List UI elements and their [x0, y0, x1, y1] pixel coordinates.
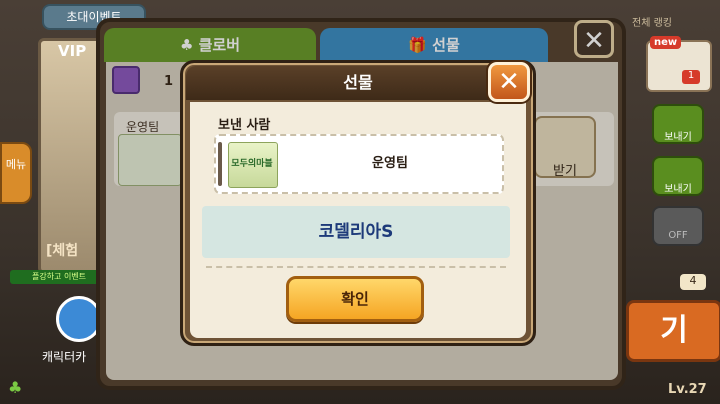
sender-name: 운영팀 — [372, 156, 408, 171]
character-label: 캐릭터카 — [42, 350, 87, 364]
modal-title: 선물 — [343, 73, 373, 92]
event-banner[interactable]: 플강하고 이벤트 — [10, 270, 108, 284]
trial-label: [체험 — [46, 243, 79, 259]
sender-heading: 보낸 사람 — [218, 118, 271, 133]
send-button-1[interactable]: 보내기 — [652, 104, 704, 144]
ranking-tab[interactable]: 전체 랭킹 — [632, 14, 672, 29]
key-count: 4 — [680, 274, 706, 290]
send-button-2[interactable]: 보내기 — [652, 156, 704, 196]
mail-count-badge: 1 — [682, 70, 700, 84]
level-label: Lv.27 — [668, 382, 707, 397]
sender-logo-text: 모두의마블 — [231, 159, 273, 169]
menu-tab[interactable]: 메뉴 — [0, 142, 32, 204]
sender-card-bar — [218, 142, 222, 186]
off-button[interactable]: OFF — [652, 206, 704, 246]
close-icon[interactable]: ✕ — [488, 62, 530, 102]
big-action-button[interactable]: 기 — [626, 300, 720, 362]
new-badge: new — [650, 36, 682, 49]
vip-label: VIP — [58, 42, 87, 60]
divider — [206, 266, 506, 268]
confirm-button[interactable]: 확인 — [286, 276, 424, 322]
clover-icon: ♣ — [8, 378, 23, 397]
gift-item-name: 코델리아S — [318, 222, 394, 242]
